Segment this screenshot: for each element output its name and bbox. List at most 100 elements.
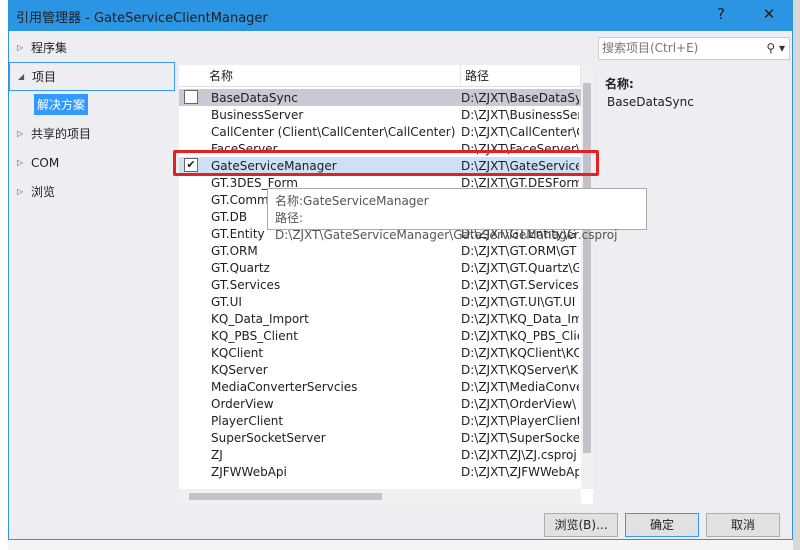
project-path: D:\ZJXT\OrderView\ (461, 396, 577, 411)
project-path: D:\ZJXT\KQ_Data_Import (461, 311, 579, 326)
cancel-button[interactable]: 取消 (706, 513, 780, 537)
tooltip: 名称:GateServiceManager 路径: D:\ZJXT\GateSe… (267, 188, 647, 242)
project-name: BusinessServer (211, 107, 304, 122)
nav-label: COM (31, 155, 60, 170)
list-item[interactable]: CallCenter (Client\CallCenter\CallCenter… (179, 123, 581, 140)
list-item[interactable]: GT.Quartz D:\ZJXT\GT.Quartz\GT (179, 259, 581, 276)
project-path: D:\ZJXT\GT.ORM\GT (461, 243, 577, 258)
project-path: D:\ZJXT\MediaConverter (461, 379, 579, 394)
list-header: 名称 路径 (179, 65, 581, 87)
ok-button[interactable]: 确定 (625, 513, 699, 537)
list-item[interactable]: GT.ORM D:\ZJXT\GT.ORM\GT (179, 242, 581, 259)
project-path: D:\ZJXT\KQ_PBS_Client (461, 328, 579, 343)
project-name: KQClient (211, 345, 264, 360)
nav-com[interactable]: ▷ COM (9, 148, 175, 177)
details-value: BaseDataSync (607, 95, 694, 109)
list-item[interactable]: OrderView D:\ZJXT\OrderView\ (179, 395, 581, 412)
project-name: GT.Quartz (211, 260, 270, 275)
list-item[interactable]: KQServer D:\ZJXT\KQServer\K (179, 361, 581, 378)
project-name: GT.ORM (211, 243, 258, 258)
list-item[interactable]: ZJ D:\ZJXT\ZJ\ZJ.csproj (179, 446, 581, 463)
search-icon[interactable]: ⚲ ▾ (766, 38, 785, 59)
title-bar: 引用管理器 - GateServiceClientManager (9, 1, 792, 31)
list-item[interactable]: BusinessServer D:\ZJXT\BusinessServer (179, 106, 581, 123)
project-path: D:\ZJXT\CallCenter\CallCenter (461, 124, 579, 139)
tooltip-path: 路径: D:\ZJXT\GateServiceManager\GateServi… (275, 211, 618, 242)
category-nav: ▷ 程序集 ◢ 项目 解决方案 ▷ 共享的项目 ▷ COM ▷ 浏览 (9, 33, 175, 206)
project-name: CallCenter (Client\CallCenter\CallCenter… (211, 124, 456, 139)
project-name: ZJFWWebApi (211, 464, 287, 479)
project-name: GT.UI (211, 294, 242, 309)
collapse-arrow-icon: ◢ (18, 72, 25, 81)
list-item[interactable]: KQ_Data_Import D:\ZJXT\KQ_Data_Import (179, 310, 581, 327)
project-path: D:\ZJXT\SuperSocket (461, 430, 579, 445)
scrollbar-thumb[interactable] (189, 493, 382, 500)
nav-label: 项目 (32, 70, 57, 84)
project-path: D:\ZJXT\BaseDataSync (461, 90, 579, 105)
project-path: D:\ZJXT\KQServer\K (461, 362, 579, 377)
nav-label: 浏览 (31, 185, 56, 199)
project-list: 名称 路径 BaseDataSyncD:\ZJXT\BaseDataSyncBu… (179, 65, 593, 504)
project-path: D:\ZJXT\KQClient\KQ (461, 345, 579, 360)
project-path: D:\ZJXT\BusinessServer (461, 107, 579, 122)
nav-shared-projects[interactable]: ▷ 共享的项目 (9, 119, 175, 148)
list-item[interactable]: BaseDataSync D:\ZJXT\BaseDataSync (179, 89, 581, 106)
highlight-box (173, 150, 599, 176)
expand-arrow-icon: ▷ (17, 43, 24, 52)
nav-browse[interactable]: ▷ 浏览 (9, 177, 175, 206)
tooltip-name: 名称:GateServiceManager (275, 194, 429, 208)
project-name: SuperSocketServer (211, 430, 326, 445)
project-name: PlayerClient (211, 413, 284, 428)
list-item[interactable]: SuperSocketServer D:\ZJXT\SuperSocket (179, 429, 581, 446)
project-name: ZJ (211, 447, 223, 462)
scrollbar-thumb[interactable] (583, 83, 591, 453)
search-placeholder: 搜索项目(Ctrl+E) (602, 41, 699, 55)
project-path: D:\ZJXT\PlayerClient\ (461, 413, 579, 428)
project-name: MediaConverterServcies (211, 379, 358, 394)
list-item[interactable]: KQ_PBS_Client D:\ZJXT\KQ_PBS_Client (179, 327, 581, 344)
list-rows: BaseDataSyncD:\ZJXT\BaseDataSyncBusiness… (179, 89, 581, 489)
project-name: BaseDataSync (211, 90, 298, 105)
expand-arrow-icon: ▷ (17, 158, 24, 167)
details-pane: 名称: BaseDataSync (605, 75, 694, 109)
list-item[interactable]: KQClient D:\ZJXT\KQClient\KQ (179, 344, 581, 361)
project-name: GT.Services (211, 277, 281, 292)
browse-button[interactable]: 浏览(B)... (544, 513, 618, 537)
list-item[interactable]: MediaConverterServcies D:\ZJXT\MediaConve… (179, 378, 581, 395)
nav-projects[interactable]: ◢ 项目 (9, 62, 175, 91)
project-name: GT.DB (211, 209, 248, 224)
project-name: KQ_Data_Import (211, 311, 309, 326)
horizontal-scrollbar[interactable] (179, 489, 581, 504)
project-path: D:\ZJXT\GT.UI\GT.UI (461, 294, 576, 309)
project-name: OrderView (211, 396, 274, 411)
background-window-edge (793, 0, 800, 550)
search-input[interactable]: 搜索项目(Ctrl+E) ⚲ ▾ (598, 37, 790, 60)
project-name: KQ_PBS_Client (211, 328, 298, 343)
project-path: D:\ZJXT\ZJ\ZJ.csproj (461, 447, 577, 462)
vertical-scrollbar[interactable] (581, 65, 593, 489)
list-item[interactable]: PlayerClient D:\ZJXT\PlayerClient\ (179, 412, 581, 429)
help-button[interactable]: ? (709, 5, 733, 27)
window-title: 引用管理器 - GateServiceClientManager (16, 10, 268, 26)
project-name: KQServer (211, 362, 268, 377)
column-header-path[interactable]: 路径 (461, 65, 581, 86)
list-item[interactable]: ZJFWWebApi D:\ZJXT\ZJFWWebApi (179, 463, 581, 480)
background-editor (0, 0, 8, 550)
nav-solution[interactable]: 解决方案 (34, 94, 89, 115)
nav-assemblies[interactable]: ▷ 程序集 (9, 33, 175, 62)
project-name: GT.Entity (211, 226, 265, 241)
expand-arrow-icon: ▷ (17, 129, 24, 138)
nav-label: 程序集 (31, 41, 68, 55)
column-header-name[interactable]: 名称 (179, 65, 461, 86)
reference-manager-dialog: 引用管理器 - GateServiceClientManager ? ✕ ▷ 程序… (8, 0, 793, 540)
project-path: D:\ZJXT\GT.Quartz\GT (461, 260, 579, 275)
list-item[interactable]: GT.UI D:\ZJXT\GT.UI\GT.UI (179, 293, 581, 310)
list-item[interactable]: GT.Services D:\ZJXT\GT.Services\ (179, 276, 581, 293)
project-path: D:\ZJXT\ZJFWWebApi (461, 464, 579, 479)
project-path: D:\ZJXT\GT.Services\ (461, 277, 579, 292)
checkbox[interactable] (184, 90, 198, 104)
close-button[interactable]: ✕ (757, 5, 781, 27)
expand-arrow-icon: ▷ (17, 187, 24, 196)
nav-label: 共享的项目 (31, 127, 92, 141)
details-label: 名称: (605, 77, 634, 91)
